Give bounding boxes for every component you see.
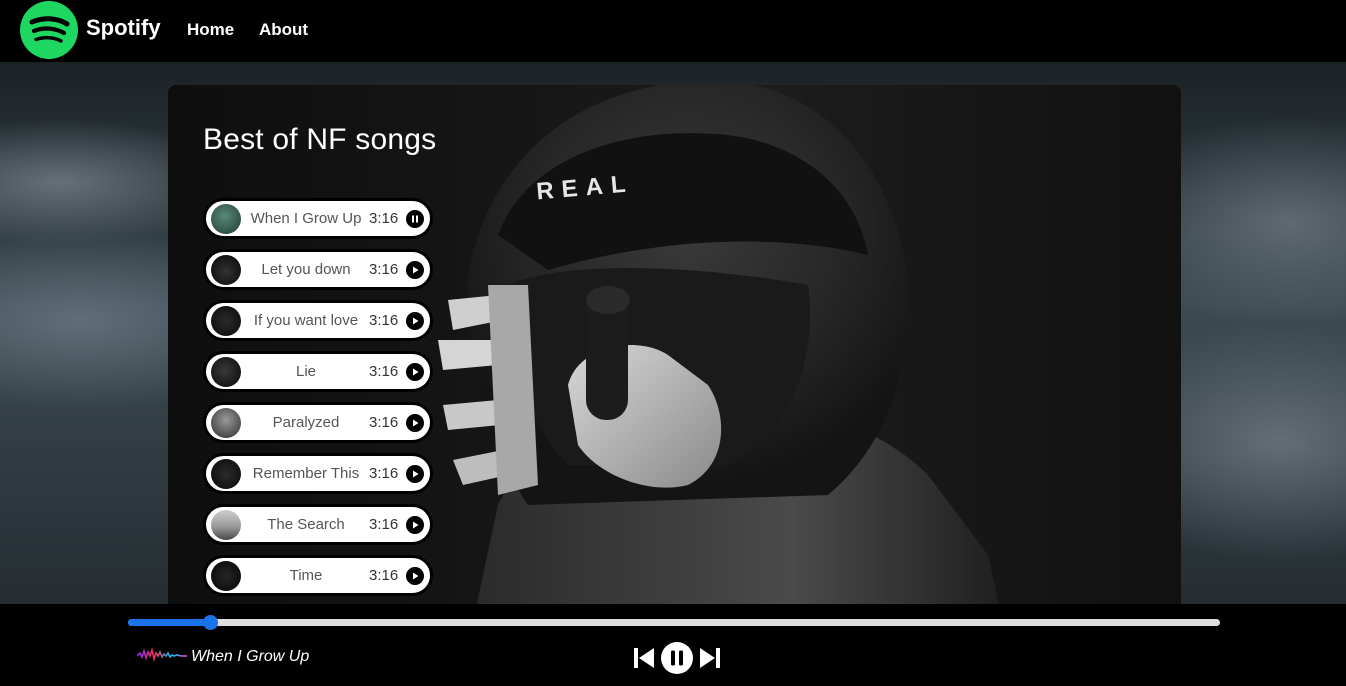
song-duration: 3:16 [369,516,399,533]
song-name: Let you down [261,261,351,278]
player-bar: When I Grow Up [0,604,1346,686]
song-name: Paralyzed [272,414,340,431]
song-duration: 3:16 [369,210,399,227]
song-list: When I Grow Up 3:16 Let you down 3:16 If… [203,198,433,604]
song-duration: 3:16 [369,414,399,431]
song-cover-image [211,255,241,285]
song-name: Remember This [252,465,360,482]
play-icon[interactable] [406,363,424,381]
equalizer-icon [137,647,187,662]
song-duration: 3:16 [369,312,399,329]
song-duration: 3:16 [369,261,399,278]
song-cover-image [211,459,241,489]
song-name: If you want love [253,312,359,329]
play-icon[interactable] [406,465,424,483]
playback-controls [633,642,721,674]
playlist-container: REAL Best of NF songs When I Grow Up 3:1… [168,85,1181,604]
nav-link-home[interactable]: Home [187,20,234,40]
play-icon[interactable] [406,414,424,432]
background-sky: REAL Best of NF songs When I Grow Up 3:1… [0,62,1346,604]
playlist-title: Best of NF songs [203,123,437,156]
song-duration: 3:16 [369,465,399,482]
song-duration: 3:16 [369,363,399,380]
progress-slider[interactable] [128,615,1220,630]
song-name: The Search [267,516,345,533]
spotify-logo-icon[interactable] [20,1,78,59]
brand-name[interactable]: Spotify [86,15,161,41]
song-cover-image [211,510,241,540]
song-name: When I Grow Up [250,210,362,227]
song-name: Time [289,567,323,584]
song-cover-image [211,204,241,234]
song-cover-image [211,306,241,336]
song-cover-image [211,357,241,387]
progress-thumb[interactable] [203,615,218,630]
song-item-paralyzed[interactable]: Paralyzed 3:16 [203,402,433,443]
song-cover-image [211,561,241,591]
song-item-lie[interactable]: Lie 3:16 [203,351,433,392]
pause-icon[interactable] [406,210,424,228]
play-icon[interactable] [406,261,424,279]
song-name: Lie [295,363,317,380]
song-duration: 3:16 [369,567,399,584]
song-cover-image [211,408,241,438]
now-playing-title: When I Grow Up [191,648,310,665]
navbar: Spotify Home About [0,0,1346,62]
nav-link-about[interactable]: About [259,20,308,40]
song-item-the-search[interactable]: The Search 3:16 [203,504,433,545]
song-item-let-you-down[interactable]: Let you down 3:16 [203,249,433,290]
song-item-time[interactable]: Time 3:16 [203,555,433,596]
song-item-if-you-want-love[interactable]: If you want love 3:16 [203,300,433,341]
play-icon[interactable] [406,312,424,330]
play-icon[interactable] [406,567,424,585]
previous-icon[interactable] [633,646,655,670]
song-item-remember-this[interactable]: Remember This 3:16 [203,453,433,494]
play-icon[interactable] [406,516,424,534]
pause-icon[interactable] [661,642,693,674]
song-item-when-i-grow-up[interactable]: When I Grow Up 3:16 [203,198,433,239]
next-icon[interactable] [699,646,721,670]
progress-fill [128,619,210,626]
